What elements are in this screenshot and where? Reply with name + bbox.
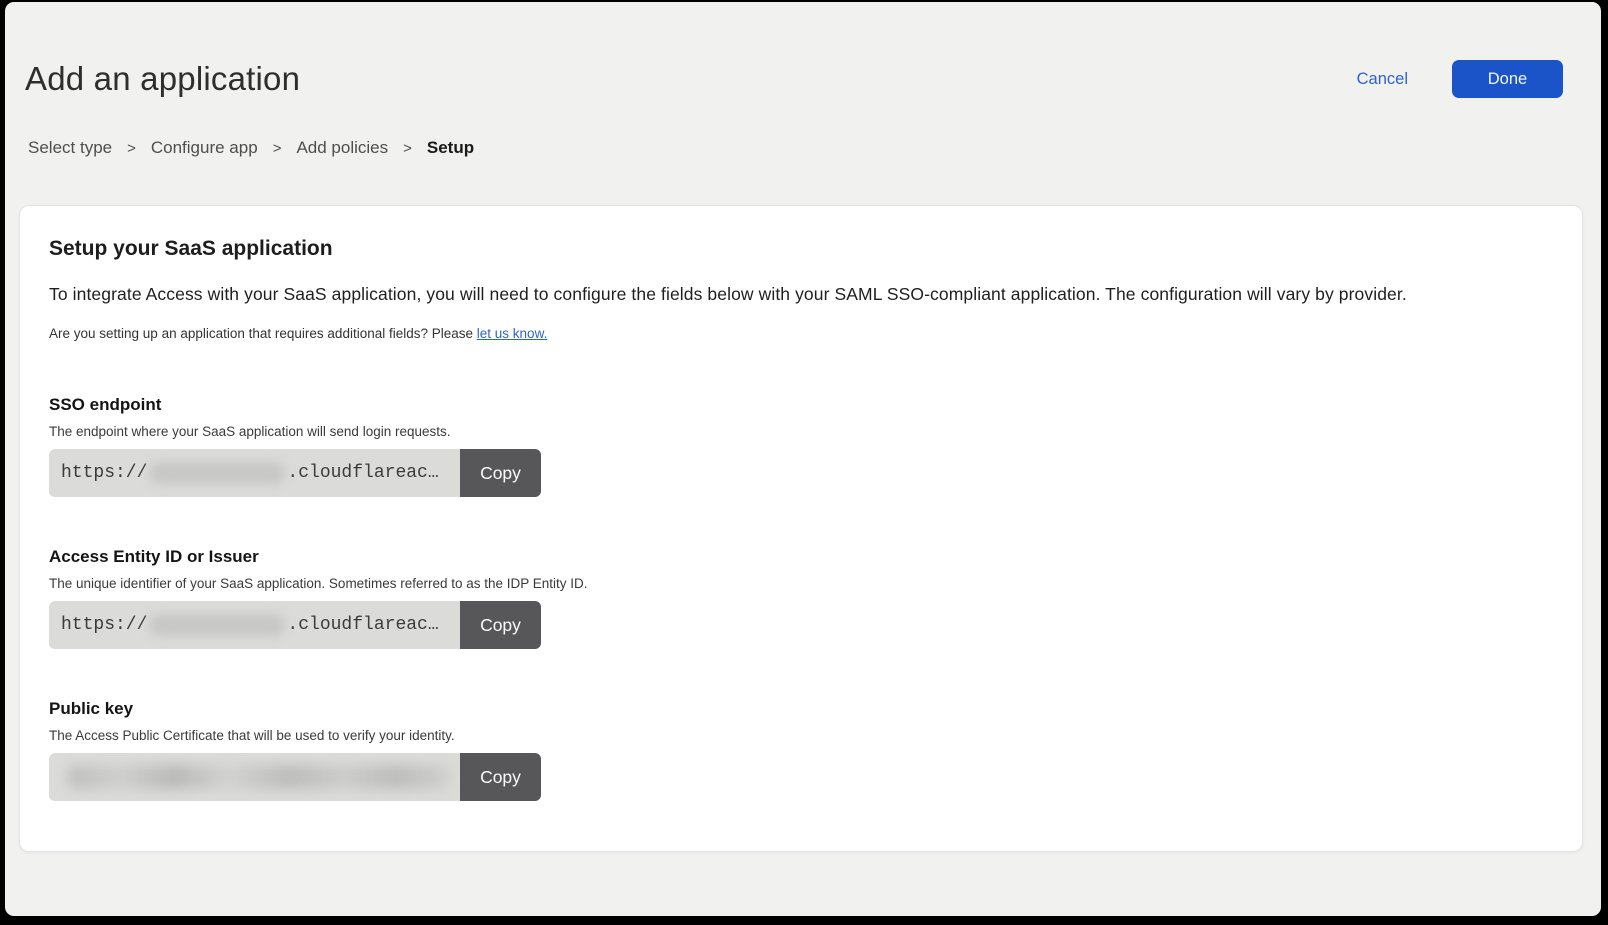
- value-prefix: https://: [61, 615, 147, 635]
- header-actions: Cancel Done: [1357, 60, 1563, 98]
- page-header: Add an application Cancel Done: [5, 60, 1601, 98]
- value-prefix: https://: [61, 463, 147, 483]
- field-description: The Access Public Certificate that will …: [49, 728, 1552, 743]
- value-suffix: .cloudflareac…: [287, 615, 438, 635]
- access-entity-id-value: https:// .cloudflareac…: [49, 601, 460, 649]
- value-suffix: .cloudflareac…: [287, 463, 438, 483]
- app-window: Add an application Cancel Done Select ty…: [5, 2, 1601, 916]
- copy-sso-endpoint-button[interactable]: Copy: [460, 449, 541, 497]
- copy-public-key-button[interactable]: Copy: [460, 753, 541, 801]
- field-label: SSO endpoint: [49, 395, 1552, 415]
- card-note-text: Are you setting up an application that r…: [49, 326, 477, 341]
- copy-access-entity-id-button[interactable]: Copy: [460, 601, 541, 649]
- public-key-value: [49, 753, 460, 801]
- field-description: The unique identifier of your SaaS appli…: [49, 576, 1552, 591]
- page-title: Add an application: [25, 60, 1357, 98]
- field-section-access-entity-id: Access Entity ID or Issuer The unique id…: [49, 547, 1552, 649]
- breadcrumb: Select type > Configure app > Add polici…: [28, 138, 1601, 158]
- card-intro-text: To integrate Access with your SaaS appli…: [49, 284, 1552, 305]
- setup-card: Setup your SaaS application To integrate…: [19, 205, 1583, 852]
- field-label: Public key: [49, 699, 1552, 719]
- field-value-row: https:// .cloudflareac… Copy: [49, 601, 541, 649]
- breadcrumb-step-configure-app[interactable]: Configure app: [151, 138, 258, 158]
- breadcrumb-separator: >: [403, 140, 412, 157]
- card-note: Are you setting up an application that r…: [49, 326, 1552, 341]
- field-value-row: Copy: [49, 753, 541, 801]
- field-section-public-key: Public key The Access Public Certificate…: [49, 699, 1552, 801]
- breadcrumb-separator: >: [273, 140, 282, 157]
- redacted-value-blur: [149, 614, 285, 636]
- sso-endpoint-value: https:// .cloudflareac…: [49, 449, 460, 497]
- card-heading: Setup your SaaS application: [49, 237, 1552, 261]
- done-button[interactable]: Done: [1452, 60, 1563, 98]
- let-us-know-link[interactable]: let us know.: [477, 326, 548, 341]
- breadcrumb-separator: >: [127, 140, 136, 157]
- breadcrumb-step-select-type[interactable]: Select type: [28, 138, 112, 158]
- breadcrumb-step-add-policies[interactable]: Add policies: [296, 138, 388, 158]
- field-section-sso-endpoint: SSO endpoint The endpoint where your Saa…: [49, 395, 1552, 497]
- field-label: Access Entity ID or Issuer: [49, 547, 1552, 567]
- breadcrumb-step-setup-current: Setup: [427, 138, 474, 158]
- redacted-value-blur: [149, 462, 285, 484]
- cancel-button[interactable]: Cancel: [1357, 70, 1408, 89]
- field-description: The endpoint where your SaaS application…: [49, 424, 1552, 439]
- field-value-row: https:// .cloudflareac… Copy: [49, 449, 541, 497]
- redacted-value-blur: [67, 765, 451, 789]
